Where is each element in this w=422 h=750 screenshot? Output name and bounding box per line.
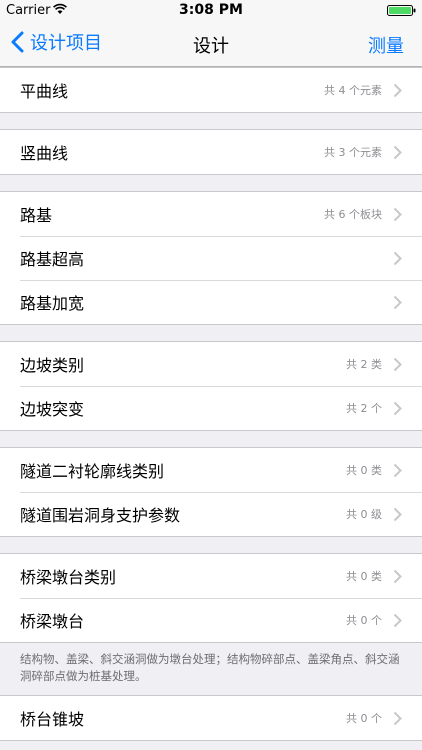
chevron-right-icon	[393, 145, 402, 159]
row-label: 桥台锥坡	[20, 710, 85, 729]
row-label: 隧道围岩洞身支护参数	[20, 506, 181, 525]
row-abutment-cone-slope[interactable]: 桥台锥坡 共 0 个	[0, 696, 422, 740]
row-vertical-curve[interactable]: 竖曲线 共 3 个元素	[0, 130, 422, 174]
row-bridge-pier[interactable]: 桥梁墩台 共 0 个	[0, 598, 422, 642]
battery-icon	[387, 5, 416, 16]
chevron-right-icon	[393, 207, 402, 221]
row-label: 隧道二衬轮廓线类别	[20, 462, 165, 481]
row-detail: 共 0 级	[346, 508, 382, 521]
chevron-right-icon	[393, 83, 402, 97]
settings-list: 平曲线 共 4 个元素 竖曲线 共 3 个元素 路基 共 6 个板块 路基超高 …	[0, 67, 422, 741]
row-label: 平曲线	[20, 82, 69, 101]
row-label: 竖曲线	[20, 144, 69, 163]
row-tunnel-support-params[interactable]: 隧道围岩洞身支护参数 共 0 级	[0, 492, 422, 536]
section-tunnel: 隧道二衬轮廓线类别 共 0 类 隧道围岩洞身支护参数 共 0 级	[0, 447, 422, 537]
chevron-right-icon	[393, 357, 402, 371]
chevron-right-icon	[393, 569, 402, 583]
section-bridge-pier: 桥梁墩台类别 共 0 类 桥梁墩台 共 0 个	[0, 553, 422, 643]
row-slope-change[interactable]: 边坡突变 共 2 个	[0, 386, 422, 430]
row-label: 路基	[20, 206, 53, 225]
chevron-right-icon	[393, 251, 402, 265]
section-footer-note: 结构物、盖梁、斜交涵洞做为墩台处理；结构物碎部点、盖梁角点、斜交涵洞碎部点做为桩…	[20, 652, 400, 683]
row-horizontal-curve[interactable]: 平曲线 共 4 个元素	[0, 68, 422, 112]
row-label: 边坡突变	[20, 400, 85, 419]
chevron-right-icon	[393, 401, 402, 415]
row-detail: 共 2 个	[346, 402, 382, 415]
row-roadbed[interactable]: 路基 共 6 个板块	[0, 192, 422, 236]
row-label: 桥梁墩台类别	[20, 568, 117, 587]
survey-button[interactable]: 测量	[368, 32, 404, 58]
row-label: 路基加宽	[20, 294, 85, 313]
row-detail: 共 4 个元素	[324, 84, 382, 97]
row-tunnel-lining-category[interactable]: 隧道二衬轮廓线类别 共 0 类	[0, 448, 422, 492]
page-title: 设计	[193, 36, 229, 57]
row-label: 边坡类别	[20, 356, 85, 375]
section-horizontal-curve: 平曲线 共 4 个元素	[0, 67, 422, 113]
row-roadbed-widening[interactable]: 路基加宽	[0, 280, 422, 324]
section-abutment-cone: 桥台锥坡 共 0 个	[0, 695, 422, 741]
row-slope-category[interactable]: 边坡类别 共 2 类	[0, 342, 422, 386]
section-slope: 边坡类别 共 2 类 边坡突变 共 2 个	[0, 341, 422, 431]
chevron-right-icon	[393, 463, 402, 477]
status-bar: Carrier 3:08 PM	[0, 0, 422, 20]
chevron-right-icon	[393, 507, 402, 521]
navigation-bar: 设计项目 设计 测量	[0, 20, 422, 67]
section-roadbed: 路基 共 6 个板块 路基超高 路基加宽	[0, 191, 422, 325]
row-label: 路基超高	[20, 250, 85, 269]
row-detail: 共 3 个元素	[324, 146, 382, 159]
chevron-right-icon	[393, 613, 402, 627]
row-detail: 共 0 类	[346, 570, 382, 583]
row-bridge-pier-category[interactable]: 桥梁墩台类别 共 0 类	[0, 554, 422, 598]
chevron-right-icon	[393, 295, 402, 309]
row-detail: 共 0 类	[346, 464, 382, 477]
row-label: 桥梁墩台	[20, 612, 85, 631]
row-detail: 共 0 个	[346, 614, 382, 627]
row-detail: 共 2 类	[346, 358, 382, 371]
status-time: 3:08 PM	[179, 2, 243, 18]
section-vertical-curve: 竖曲线 共 3 个元素	[0, 129, 422, 175]
row-detail: 共 0 个	[346, 712, 382, 725]
row-roadbed-superelevation[interactable]: 路基超高	[0, 236, 422, 280]
row-detail: 共 6 个板块	[324, 208, 382, 221]
chevron-right-icon	[393, 711, 402, 725]
